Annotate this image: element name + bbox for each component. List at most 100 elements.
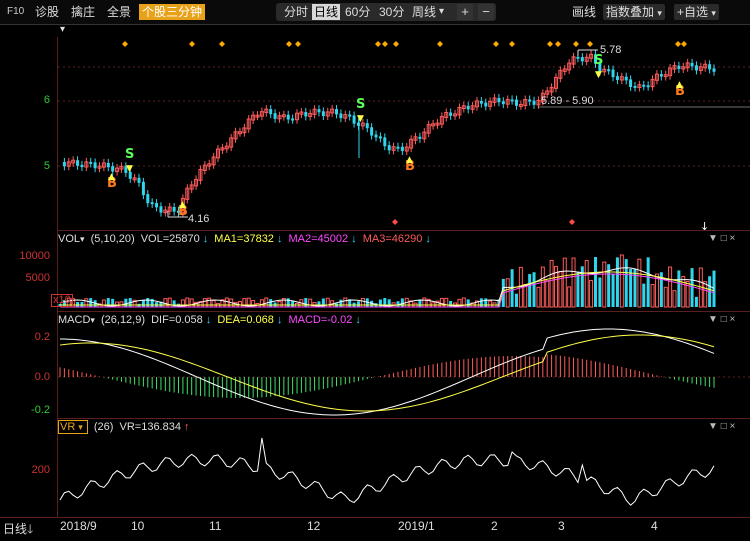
volume-bar: [466, 299, 470, 307]
candle-body: [642, 84, 646, 87]
maximize-icon[interactable]: □: [721, 421, 727, 432]
candle-body: [514, 99, 518, 106]
x-axis-label: 4: [651, 519, 658, 533]
event-diamond: [219, 41, 225, 47]
down-arrow-icon: ↓: [205, 314, 212, 326]
candle-body: [370, 127, 374, 136]
x-axis: 日线🡓: [0, 517, 750, 536]
candle-body: [80, 164, 84, 168]
vol-value: VOL=25870: [140, 233, 200, 245]
vol-y-label: 10000: [19, 250, 50, 262]
candle-body: [607, 69, 611, 72]
candle-body: [304, 112, 308, 117]
event-diamond: [555, 41, 561, 47]
x-axis-label: 2019/1: [398, 519, 435, 533]
volume-bar: [101, 299, 106, 308]
volume-bar: [325, 297, 330, 308]
vol-ma1: MA1=37832: [214, 233, 274, 245]
panel-divider: [57, 418, 750, 419]
kline-chart-canvas[interactable]: ↓S▼B▲B▲S▼B▲S▼B▲: [0, 0, 750, 534]
macd-legend: MACD▾ (26,12,9) DIF=0.058 ↓ DEA=0.068 ↓ MA…: [58, 313, 364, 327]
candle-body: [89, 161, 93, 164]
volume-bar: [598, 277, 602, 307]
volume-bar: [571, 257, 576, 308]
candle-body: [335, 109, 339, 115]
close-icon[interactable]: ×: [730, 314, 736, 325]
candle-body: [339, 113, 343, 119]
candle-body: [159, 206, 163, 213]
vr-indicator-name[interactable]: VR ▾: [58, 420, 88, 434]
kline-y-label: 5: [43, 160, 50, 172]
candle-body: [694, 65, 698, 71]
panel-divider: [57, 230, 750, 231]
volume-bar: [84, 298, 89, 308]
volume-bar: [589, 279, 594, 308]
collapse-icon[interactable]: ▼: [708, 233, 718, 244]
volume-bar: [202, 298, 207, 308]
candle-body: [629, 79, 633, 87]
candle-body: [141, 181, 145, 196]
collapse-icon[interactable]: ▼: [708, 421, 718, 432]
macd-y-label: 0.2: [34, 331, 50, 343]
volume-bar: [602, 261, 607, 308]
signal-s-marker: S: [356, 97, 365, 112]
candle-body: [580, 57, 584, 62]
volume-bar: [269, 299, 273, 307]
candle-body: [378, 136, 382, 139]
collapse-icon[interactable]: ▼: [708, 314, 718, 325]
macd-indicator-name[interactable]: MACD: [58, 314, 90, 326]
x-axis-label: 2: [491, 519, 498, 533]
x-axis-period-label[interactable]: 日线🡓: [3, 520, 33, 541]
maximize-icon[interactable]: □: [721, 314, 727, 325]
volume-bar: [672, 290, 677, 308]
event-diamond: [587, 41, 593, 47]
volume-bar: [532, 272, 536, 307]
candle-body: [155, 202, 159, 208]
candle-body: [76, 160, 80, 166]
event-diamond: [295, 41, 301, 47]
y-axis-line: [57, 37, 58, 517]
vol-indicator-name[interactable]: VOL: [58, 233, 80, 245]
down-arrow-icon: ↓: [276, 314, 283, 326]
macd-dif-line: [59, 328, 715, 416]
vol-ma2: MA2=45002: [288, 233, 349, 245]
chevron-down-icon[interactable]: ▾: [90, 315, 95, 325]
volume-bar: [694, 296, 698, 307]
signal-arrow-icon: ▲: [179, 200, 186, 210]
candle-body: [321, 111, 325, 116]
candle-body: [484, 102, 488, 107]
volume-bar: [562, 257, 567, 308]
vol-y-label: 5000: [25, 272, 50, 284]
vr-legend: VR ▾ (26) VR=136.834 ↑: [58, 420, 192, 434]
candle-body: [374, 134, 378, 138]
close-icon[interactable]: ×: [730, 421, 736, 432]
event-diamond: [509, 41, 515, 47]
volume-bar: [484, 298, 488, 307]
volume-bar: [259, 299, 264, 308]
maximize-icon[interactable]: □: [721, 233, 727, 244]
candle-body: [646, 85, 650, 88]
candle-body: [576, 56, 580, 59]
volume-bar: [277, 300, 282, 308]
high-price-annotation: 5.78: [600, 44, 622, 56]
event-diamond: [437, 41, 443, 47]
volume-bar: [343, 297, 348, 308]
event-diamond: [375, 41, 381, 47]
volume-bar: [360, 297, 365, 308]
volume-bar: [439, 297, 444, 308]
x-axis-label: 12: [307, 519, 321, 533]
chevron-down-icon[interactable]: ▾: [80, 234, 85, 244]
volume-bar: [663, 286, 668, 308]
macd-params: (26,12,9): [100, 314, 146, 326]
close-icon[interactable]: ×: [730, 233, 736, 244]
event-diamond: [493, 41, 499, 47]
candle-body: [291, 118, 295, 121]
candle-body: [365, 123, 369, 129]
x-axis-label: 11: [209, 519, 222, 533]
kline-y-label: 6: [43, 94, 50, 106]
vol-ma1-line: [59, 267, 715, 307]
volume-bar: [633, 268, 637, 307]
volume-bar: [207, 297, 212, 308]
macd-value: MACD=-0.02: [288, 314, 353, 326]
macd-window-controls: ▼ □ ×: [708, 314, 735, 325]
